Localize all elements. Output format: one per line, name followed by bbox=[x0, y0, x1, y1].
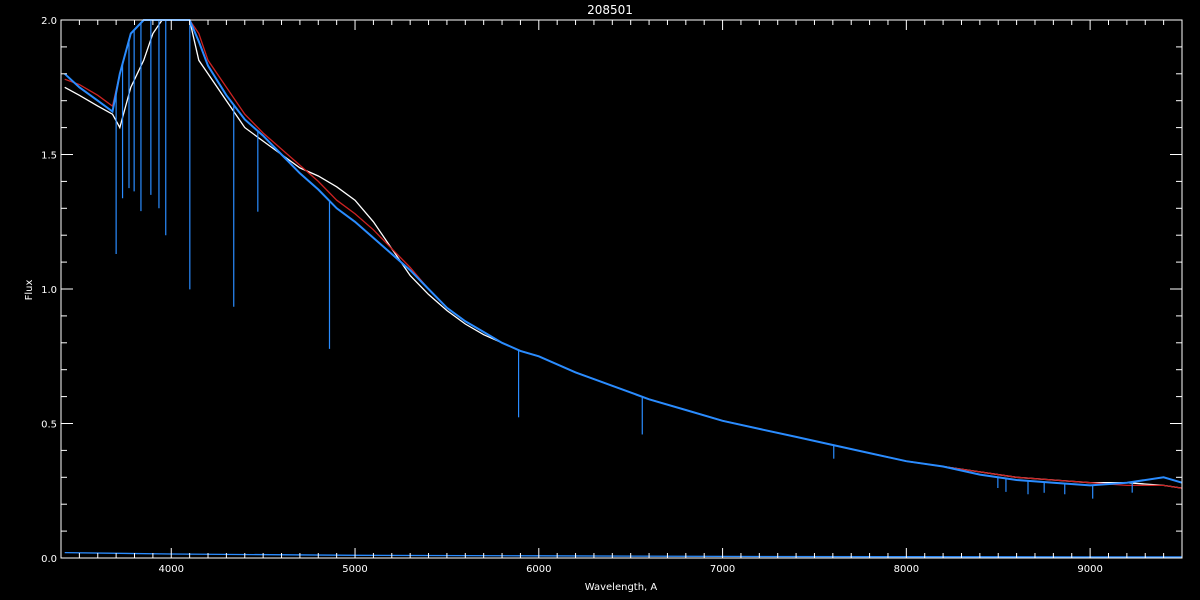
chart-background bbox=[0, 0, 1200, 600]
y-tick-label: 1.5 bbox=[41, 151, 57, 162]
x-tick-label: 6000 bbox=[526, 564, 551, 575]
spectrum-chart: 4000 5000 6000 7000 8000 90000.00.51.01.52.0 … bbox=[0, 0, 1200, 600]
y-axis-label: Flux bbox=[24, 280, 35, 301]
x-tick-label: 9000 bbox=[1077, 564, 1102, 575]
y-tick-label: 1.0 bbox=[41, 285, 57, 296]
x-tick-label: 8000 bbox=[894, 564, 919, 575]
x-tick-label: 4000 bbox=[159, 564, 184, 575]
chart-title: 208501 bbox=[587, 3, 633, 17]
x-tick-label: 7000 bbox=[710, 564, 735, 575]
x-axis-label: Wavelength, A bbox=[585, 582, 658, 593]
x-tick-label: 5000 bbox=[342, 564, 367, 575]
y-tick-label: 0.5 bbox=[41, 420, 57, 431]
y-tick-label: 0.0 bbox=[41, 554, 57, 565]
y-tick-label: 2.0 bbox=[41, 16, 57, 27]
